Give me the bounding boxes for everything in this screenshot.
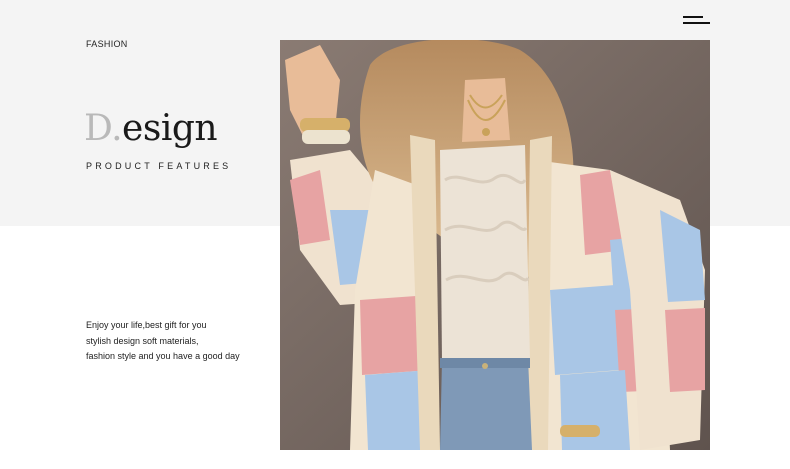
- title-rest: esign: [122, 108, 218, 149]
- title-initial: D: [84, 108, 112, 149]
- description-line: stylish design soft materials,: [86, 335, 199, 346]
- page-subtitle: PRODUCT FEATURES: [86, 161, 232, 171]
- hamburger-menu-icon[interactable]: [683, 15, 710, 27]
- description-line: Enjoy your life,best gift for you: [86, 320, 207, 330]
- product-photo: [280, 40, 710, 450]
- title-dot: .: [111, 108, 123, 149]
- description-line: fashion style and you have a good day: [86, 351, 240, 361]
- menu-icon-bar-long: [683, 22, 710, 24]
- description-text: Enjoy your life,best gift for you stylis…: [86, 318, 240, 365]
- page-title: D.esign: [84, 107, 218, 151]
- menu-icon-bar-short: [683, 16, 703, 18]
- section-eyebrow-label: FASHION: [86, 39, 128, 49]
